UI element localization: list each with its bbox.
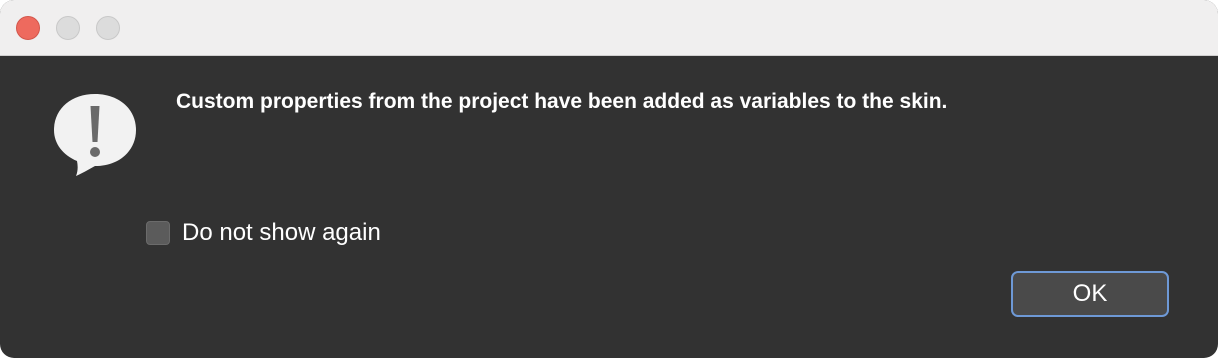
- title-bar[interactable]: [0, 0, 1218, 56]
- alert-message: Custom properties from the project have …: [176, 90, 948, 113]
- do-not-show-again-label[interactable]: Do not show again: [182, 219, 381, 247]
- do-not-show-again-checkbox[interactable]: [146, 221, 170, 245]
- ok-button[interactable]: OK: [1011, 271, 1169, 317]
- alert-speech-bubble-icon: [50, 92, 140, 178]
- alert-dialog-window: Custom properties from the project have …: [0, 0, 1218, 358]
- maximize-window-button[interactable]: [96, 16, 120, 40]
- close-window-button[interactable]: [16, 16, 40, 40]
- minimize-window-button[interactable]: [56, 16, 80, 40]
- do-not-show-again-row[interactable]: Do not show again: [146, 219, 381, 247]
